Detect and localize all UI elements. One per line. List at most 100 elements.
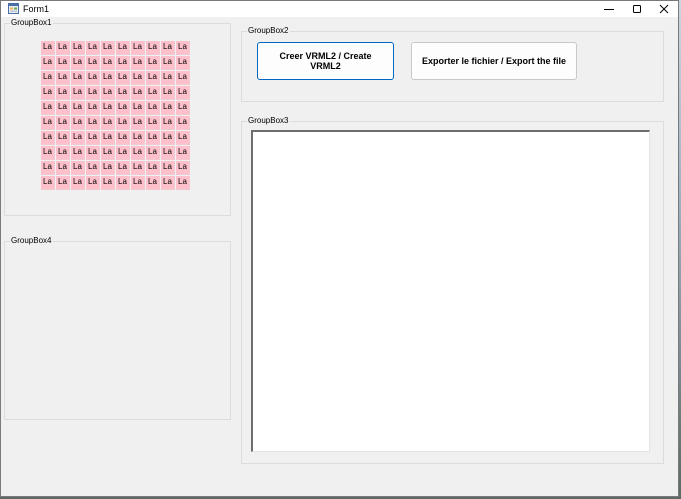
minimize-icon	[604, 9, 614, 10]
grid-label-cell: La	[56, 71, 70, 85]
grid-label-cell: La	[86, 71, 100, 85]
grid-label-cell: La	[56, 146, 70, 160]
grid-label-cell: La	[101, 41, 115, 55]
grid-label-cell: La	[131, 146, 145, 160]
grid-label-cell: La	[101, 116, 115, 130]
grid-label-cell: La	[56, 161, 70, 175]
grid-label-cell: La	[131, 86, 145, 100]
grid-label-cell: La	[176, 56, 190, 70]
grid-label-cell: La	[41, 131, 55, 145]
grid-label-cell: La	[116, 86, 130, 100]
grid-label-cell: La	[131, 116, 145, 130]
grid-label-cell: La	[131, 161, 145, 175]
grid-label-cell: La	[131, 41, 145, 55]
grid-label-cell: La	[146, 176, 160, 190]
grid-label-cell: La	[176, 131, 190, 145]
grid-label-cell: La	[86, 56, 100, 70]
grid-label-cell: La	[116, 71, 130, 85]
grid-label-cell: La	[41, 86, 55, 100]
grid-label-cell: La	[146, 71, 160, 85]
form-app-icon	[8, 3, 19, 14]
grid-label-cell: La	[41, 71, 55, 85]
grid-label-cell: La	[131, 176, 145, 190]
grid-label-cell: La	[101, 161, 115, 175]
grid-label-cell: La	[41, 161, 55, 175]
grid-label-cell: La	[71, 56, 85, 70]
grid-label-cell: La	[101, 56, 115, 70]
output-textarea[interactable]	[251, 130, 650, 452]
grid-label-cell: La	[86, 161, 100, 175]
groupbox3-label: GroupBox3	[247, 115, 291, 127]
grid-label-cell: La	[131, 131, 145, 145]
grid-label-cell: La	[176, 176, 190, 190]
grid-label-cell: La	[56, 116, 70, 130]
grid-label-cell: La	[101, 86, 115, 100]
grid-label-cell: La	[71, 176, 85, 190]
grid-label-cell: La	[86, 86, 100, 100]
grid-label-cell: La	[161, 86, 175, 100]
groupbox4: GroupBox4	[4, 235, 231, 420]
grid-label-cell: La	[161, 41, 175, 55]
grid-label-cell: La	[146, 116, 160, 130]
grid-label-cell: La	[116, 101, 130, 115]
grid-label-cell: La	[56, 86, 70, 100]
title-bar[interactable]: Form1	[1, 1, 678, 17]
grid-label-cell: La	[146, 146, 160, 160]
grid-label-cell: La	[86, 131, 100, 145]
grid-label-cell: La	[176, 86, 190, 100]
grid-label-cell: La	[146, 86, 160, 100]
grid-label-cell: La	[146, 101, 160, 115]
maximize-icon	[633, 5, 641, 13]
grid-label-cell: La	[101, 101, 115, 115]
grid-label-cell: La	[41, 146, 55, 160]
groupbox1-label: GroupBox1	[10, 17, 54, 29]
grid-label-cell: La	[101, 71, 115, 85]
grid-label-cell: La	[86, 101, 100, 115]
close-button[interactable]	[650, 1, 678, 17]
grid-label-cell: La	[161, 56, 175, 70]
grid-label-cell: La	[71, 41, 85, 55]
maximize-button[interactable]	[623, 1, 651, 17]
grid-label-cell: La	[71, 161, 85, 175]
grid-label-cell: La	[56, 56, 70, 70]
grid-label-cell: La	[71, 146, 85, 160]
grid-label-cell: La	[71, 86, 85, 100]
grid-label-cell: La	[71, 71, 85, 85]
grid-label-cell: La	[146, 41, 160, 55]
grid-label-cell: La	[56, 101, 70, 115]
grid-label-cell: La	[146, 56, 160, 70]
grid-label-cell: La	[116, 176, 130, 190]
export-file-button[interactable]: Exporter le fichier / Export the file	[411, 42, 577, 80]
create-vrml2-button[interactable]: Creer VRML2 / Create VRML2	[257, 42, 394, 80]
grid-label-cell: La	[161, 146, 175, 160]
grid-label-cell: La	[86, 176, 100, 190]
grid-label-cell: La	[86, 146, 100, 160]
grid-label-cell: La	[71, 131, 85, 145]
grid-label-cell: La	[41, 176, 55, 190]
grid-label-cell: La	[176, 101, 190, 115]
form-window: Form1 GroupBox1 La La La La La La La La La La La La…	[0, 0, 679, 497]
grid-label-cell: La	[56, 131, 70, 145]
grid-label-cell: La	[41, 56, 55, 70]
grid-label-cell: La	[116, 131, 130, 145]
grid-label-cell: La	[116, 56, 130, 70]
grid-label-cell: La	[101, 176, 115, 190]
grid-label-cell: La	[176, 146, 190, 160]
grid-label-cell: La	[176, 71, 190, 85]
grid-label-cell: La	[176, 161, 190, 175]
grid-label-cell: La	[176, 41, 190, 55]
grid-label-cell: La	[56, 176, 70, 190]
grid-label-cell: La	[161, 71, 175, 85]
grid-label-cell: La	[41, 101, 55, 115]
grid-label-cell: La	[116, 116, 130, 130]
grid-label-cell: La	[146, 131, 160, 145]
grid-label-cell: La	[161, 131, 175, 145]
window-title: Form1	[23, 4, 50, 14]
grid-label-cell: La	[161, 176, 175, 190]
close-icon	[659, 4, 669, 14]
grid-label-cell: La	[86, 116, 100, 130]
grid-label-cell: La	[116, 146, 130, 160]
groupbox4-label: GroupBox4	[10, 235, 54, 247]
grid-label-cell: La	[56, 41, 70, 55]
minimize-button[interactable]	[595, 1, 623, 17]
